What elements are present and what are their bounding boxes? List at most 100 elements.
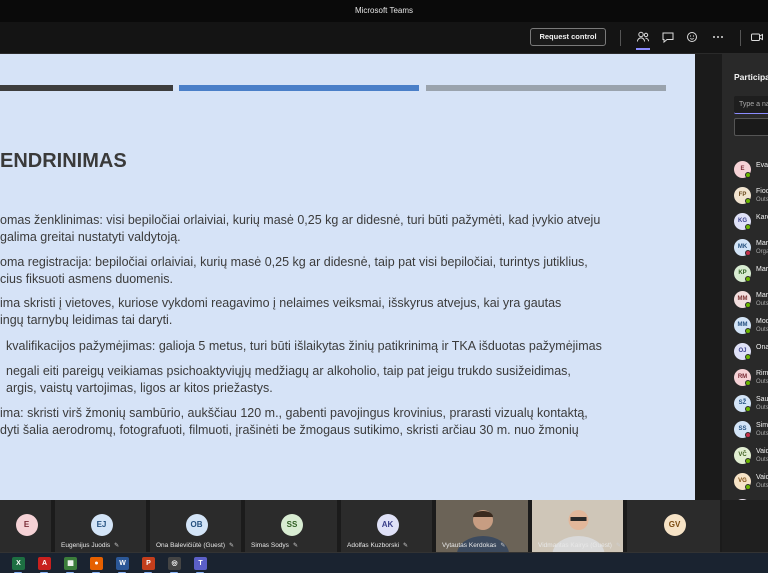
participant-tile-name: Vidmantas Kairys (Guest) ✎ [538,542,621,549]
participant-name: Vaid [756,448,768,455]
participant-tile[interactable]: OB Ona Balevičiūtė (Guest) ✎ [150,500,243,552]
presence-icon [745,484,751,490]
excel-icon[interactable]: X [12,557,25,570]
slide-text-line: kvalifikacijos pažymėjimas: galioja 5 me… [6,339,602,353]
participant-role: Outs [756,301,768,307]
slide-bullet: negali eiti pareigų veikiamas psichoakty… [6,363,571,397]
word-icon[interactable]: W [116,557,129,570]
participant-item[interactable]: KP Mar [734,262,768,286]
photos-icon[interactable]: ▦ [64,557,77,570]
slide-text-line: negali eiti pareigų veikiamas psichoakty… [6,364,571,378]
meeting-toolbar: Request control [0,22,768,54]
avatar: OB [185,514,208,536]
slide-text-line: ima: skristi virš žmonių sambūrio, aukšč… [0,406,588,420]
mic-muted-icon: ✎ [500,543,506,549]
powerpoint-icon[interactable]: P [142,557,155,570]
panel-title: Participants [734,72,768,82]
participant-role: Outs [756,379,768,385]
participant-role: Outs [756,431,768,437]
media-icon[interactable]: ◎ [168,557,181,570]
shared-screen: ENDRINIMAS omas ženklinimas: visi bepilo… [0,54,722,500]
participant-item[interactable]: MK Mar Orga [734,236,768,260]
participant-name: Vaid [756,474,768,481]
slide-text-line: oma registracija: bepiločiai orlaiviai, … [0,255,588,269]
participant-name: Karo [756,214,768,221]
avatar: SS [281,514,303,536]
presentation-slide: ENDRINIMAS omas ženklinimas: visi bepilo… [0,54,695,500]
presence-icon [745,224,751,230]
participant-name: Rim [756,370,768,377]
participant-tile[interactable]: E [0,500,53,552]
slide-text-line: cius fiksuoti asmens duomenis. [0,272,173,286]
presence-icon [745,458,751,464]
toolbar-divider [740,30,741,46]
camera-icon[interactable] [750,30,764,44]
windows-taskbar: X A ▦ ● W P ◎ T [0,552,768,573]
teams-window: Microsoft Teams Request control ENDRINIM… [0,0,768,573]
participant-item[interactable]: VKVidaOuts [734,496,768,500]
avatar: EJ [90,514,113,536]
participant-name: Ona [756,344,768,351]
participant-tile[interactable]: SS Simas Sodys ✎ [245,500,339,552]
participant-item[interactable]: RM Rim Outs [734,366,768,390]
participant-name: Mar [756,292,768,299]
participant-item[interactable]: VG Vaid Outs [734,470,768,494]
firefox-icon[interactable]: ● [90,557,103,570]
reactions-icon[interactable] [686,30,700,44]
participant-item[interactable]: MM Mod Outs [734,314,768,338]
participant-tile[interactable]: GV [627,500,722,552]
presence-icon [745,328,751,334]
teams-icon[interactable]: T [194,557,207,570]
presence-icon [745,172,751,178]
presence-icon [745,380,751,386]
participant-item[interactable]: VČ Vaid Outs [734,444,768,468]
tile-name-text: Adolfas Kuzborski [347,542,400,549]
slide-text-line: ingų tarnybų leidimas tai daryti. [0,313,173,327]
mic-muted-icon: ✎ [292,543,298,549]
participant-role: Outs [756,457,768,463]
people-icon[interactable] [636,30,650,50]
avatar: E [15,514,38,536]
participant-tile-name: Vytautas Kerdokas ✎ [442,542,505,549]
participant-item[interactable]: EEval [734,158,768,182]
participant-name: Sim [756,422,768,429]
participant-role: Outs [756,405,768,411]
slide-text-line: omas ženklinimas: visi bepiločiai orlaiv… [0,213,601,227]
participant-tile[interactable]: AK Adolfas Kuzborski ✎ [341,500,434,552]
participant-search-input[interactable]: Type a name [734,96,768,114]
mic-muted-icon: ✎ [403,543,409,549]
participant-tile-name: Ona Balevičiūtė (Guest) ✎ [156,542,234,549]
mic-muted-icon: ✎ [114,543,120,549]
participant-name: Mod [756,318,768,325]
presence-icon [745,198,751,204]
slide-accent-bar [0,85,173,91]
avatar: AK [376,514,399,536]
presence-icon [745,354,751,360]
participant-filter-field[interactable] [734,118,768,136]
participant-role: Outs [756,327,768,333]
participant-name: Saul [756,396,768,403]
slide-bullet: ima skristi į vietoves, kuriose vykdomi … [0,295,561,329]
participant-item[interactable]: OJ Ona [734,340,768,364]
participant-tile[interactable]: EJ Eugenijus Juodis ✎ [55,500,148,552]
participants-panel: Participants Type a name EEvalFPFiocOuts… [722,54,768,500]
participant-tile-name: Adolfas Kuzborski ✎ [347,542,408,549]
participant-item[interactable]: MM Mar Outs [734,288,768,312]
slide-title: ENDRINIMAS [0,150,127,172]
participant-tile[interactable]: Vidmantas Kairys (Guest) ✎ [532,500,625,552]
acrobat-icon[interactable]: A [38,557,51,570]
request-control-button[interactable]: Request control [530,28,606,46]
participant-tile[interactable]: Vytautas Kerdokas ✎ [436,500,530,552]
presence-icon [745,302,751,308]
presence-icon [745,406,751,412]
slide-bullet: oma registracija: bepiločiai orlaiviai, … [0,254,588,288]
participant-item[interactable]: KGKaro [734,210,768,234]
participant-item[interactable]: FP Fioc Outs [734,184,768,208]
participant-tile-name: Simas Sodys ✎ [251,542,298,549]
participant-item[interactable]: SS Sim Outs [734,418,768,442]
participant-role: Outs [756,483,768,489]
participant-item[interactable]: SŽSaulOuts [734,392,768,416]
more-icon[interactable] [711,30,725,44]
slide-bullet: kvalifikacijos pažymėjimas: galioja 5 me… [6,338,602,355]
chat-icon[interactable] [661,30,675,44]
